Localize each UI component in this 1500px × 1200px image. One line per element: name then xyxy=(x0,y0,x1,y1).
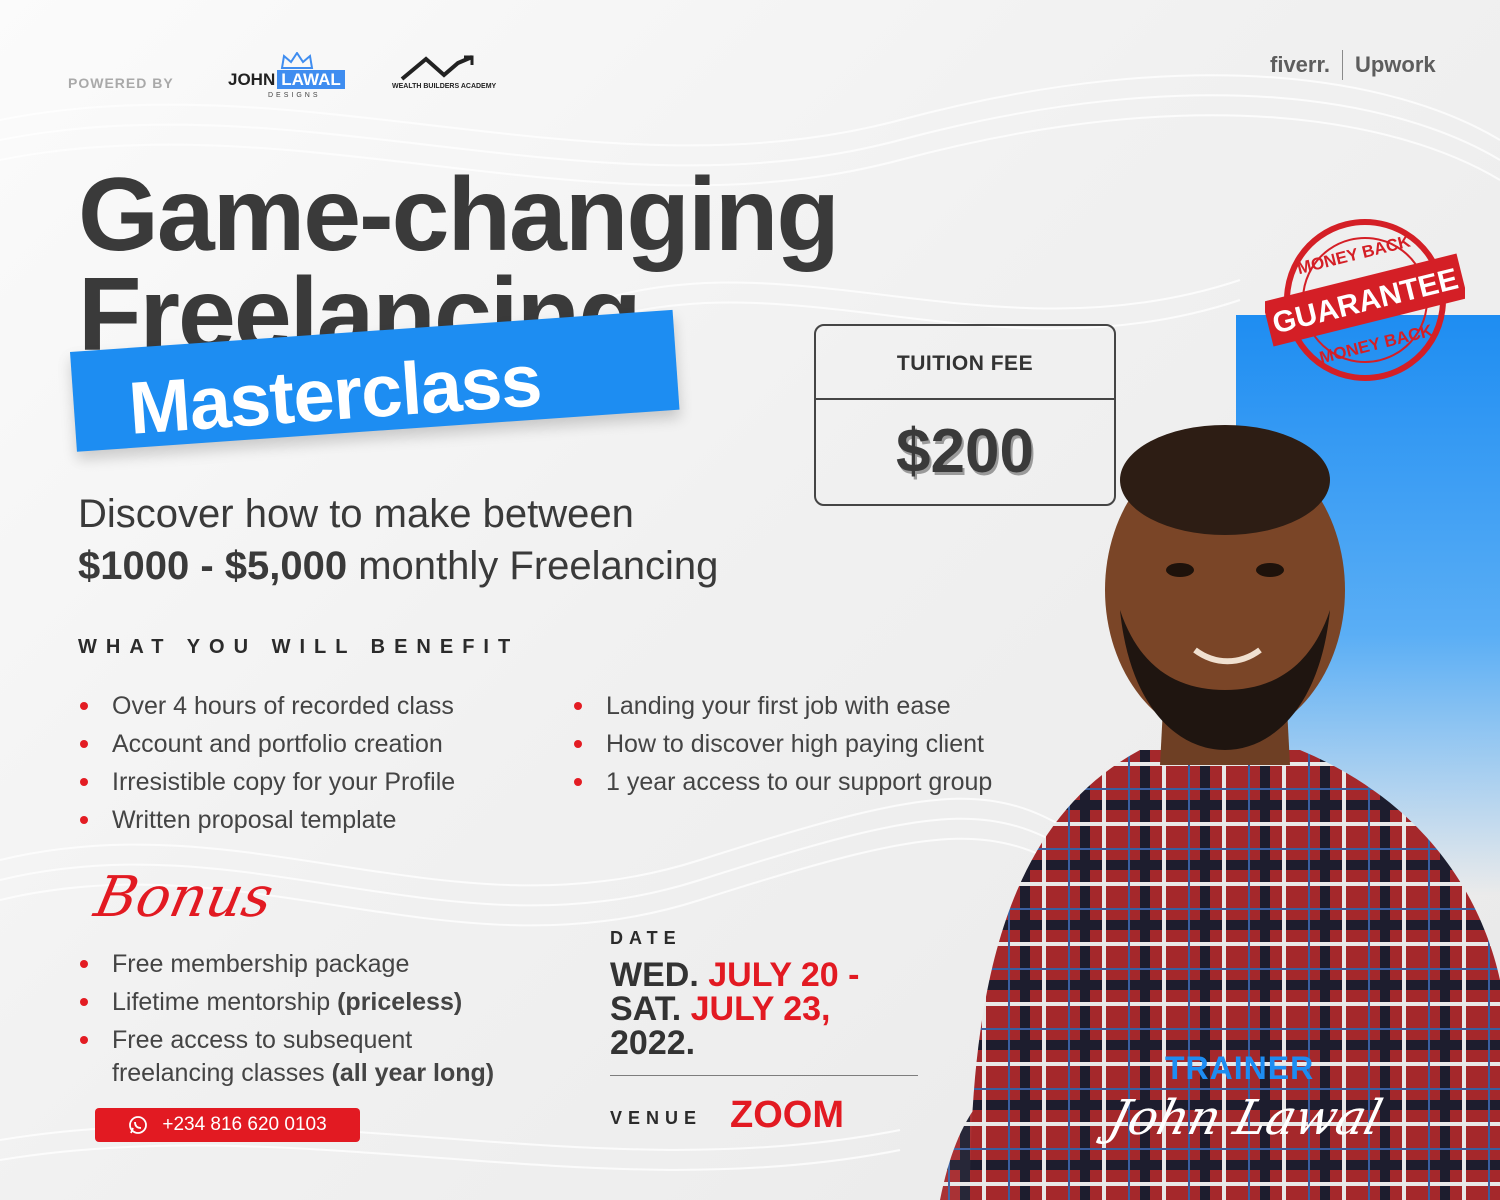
venue-label: VENUE xyxy=(610,1108,703,1128)
subtitle: Discover how to make between $1000 - $5,… xyxy=(78,488,718,592)
bonus-heading: Bonus xyxy=(89,865,279,930)
fiverr-logo: fiverr. xyxy=(1270,52,1330,77)
list-item: Free membership package xyxy=(80,945,580,983)
platform-logos: fiverr. Upwork xyxy=(1270,50,1436,80)
bullet-icon xyxy=(80,816,88,824)
bullet-icon xyxy=(80,740,88,748)
divider xyxy=(610,1075,918,1076)
list-item: Account and portfolio creation xyxy=(80,725,455,763)
john-lawal-designs-logo: JOHN LAWAL DESIGNS xyxy=(228,52,370,102)
trainer-name: John Lawal xyxy=(1103,1090,1388,1146)
tuition-fee-label: TUITION FEE xyxy=(896,352,1034,375)
list-item: 1 year access to our support group xyxy=(574,763,992,801)
list-item: How to discover high paying client xyxy=(574,725,992,763)
list-item: Lifetime mentorship (priceless) xyxy=(80,983,580,1021)
bullet-icon xyxy=(80,702,88,710)
event-dates: WED. JULY 20 - SAT. JULY 23, 2022. xyxy=(610,956,860,1062)
income-range: $1000 - $5,000 xyxy=(78,544,348,588)
fee-divider xyxy=(816,398,1114,400)
wealth-builders-academy-logo: WEALTH BUILDERS ACADEMY xyxy=(392,55,496,97)
platform-divider xyxy=(1341,50,1343,80)
phone-contact-button[interactable]: +234 816 620 0103 xyxy=(95,1108,360,1142)
bonus-list: Free membership package Lifetime mentors… xyxy=(80,945,580,1090)
benefits-list-left: Over 4 hours of recorded class Account a… xyxy=(80,687,455,839)
powered-by-label: POWERED BY xyxy=(68,75,174,91)
date-label: DATE xyxy=(610,928,682,948)
trainer-label: TRAINER xyxy=(1165,1050,1315,1086)
venue-value: ZOOM xyxy=(730,1094,844,1136)
crown-icon xyxy=(280,52,314,69)
logo-designs: DESIGNS xyxy=(268,92,321,99)
list-item: Free access to subsequent freelancing cla… xyxy=(80,1021,580,1090)
logo-john: JOHN xyxy=(228,70,276,89)
list-item: Written proposal template xyxy=(80,801,455,839)
list-item: Irresistible copy for your Profile xyxy=(80,763,455,801)
benefits-heading: WHAT YOU WILL BENEFIT xyxy=(78,636,520,658)
benefits-list-right: Landing your first job with ease How to … xyxy=(574,687,992,801)
list-item: Landing your first job with ease xyxy=(574,687,992,725)
list-item: Over 4 hours of recorded class xyxy=(80,687,455,725)
bullet-icon xyxy=(80,998,88,1006)
subtitle-line-1: Discover how to make between xyxy=(78,492,634,536)
bullet-icon xyxy=(80,778,88,786)
logo-lawal: LAWAL xyxy=(277,70,345,89)
money-back-guarantee-stamp: GUARANTEE MONEY BACK MONEY BACK xyxy=(1265,219,1465,381)
subtitle-rest: monthly Freelancing xyxy=(347,544,719,588)
wba-name: WEALTH BUILDERS ACADEMY xyxy=(392,83,497,90)
bullet-icon xyxy=(574,740,582,748)
bullet-icon xyxy=(80,960,88,968)
title-line-1: Game-changing xyxy=(78,157,840,273)
whatsapp-icon xyxy=(129,1116,148,1134)
phone-number: +234 816 620 0103 xyxy=(162,1114,327,1135)
bullet-icon xyxy=(574,702,582,710)
house-chart-icon xyxy=(400,55,474,81)
upwork-logo: Upwork xyxy=(1354,52,1436,77)
bullet-icon xyxy=(574,778,582,786)
bullet-icon xyxy=(80,1036,88,1044)
